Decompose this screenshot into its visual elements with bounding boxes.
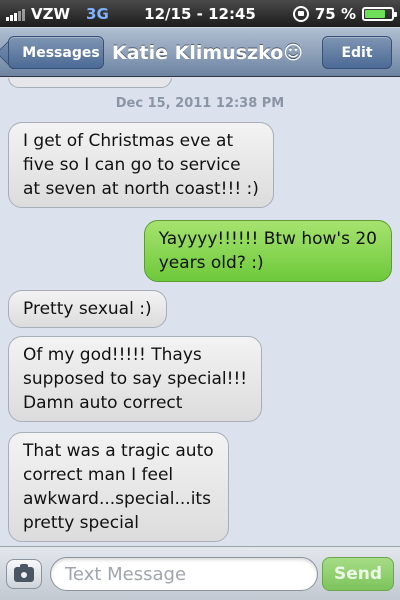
message-line: pretty special	[23, 513, 139, 533]
incoming-message-bubble[interactable]: Pretty sexual :)	[8, 290, 167, 328]
message-line: five so I can go to service	[23, 155, 241, 175]
message-line: correct man I feel	[23, 465, 174, 485]
signal-strength-icon	[6, 7, 25, 21]
carrier-label: VZW	[31, 4, 71, 23]
status-bar: VZW 3G 12/15 - 12:45 75 %	[0, 0, 400, 27]
battery-percent: 75 %	[314, 4, 356, 23]
message-timestamp: Dec 15, 2011 12:38 PM	[115, 96, 285, 111]
incoming-message-bubble[interactable]: That was a tragic auto correct man I fee…	[8, 432, 229, 542]
rotation-lock-icon	[292, 5, 309, 22]
edit-button[interactable]: Edit	[322, 36, 392, 69]
partial-message-bubble	[8, 78, 172, 88]
navigation-bar: Messages Katie Klimuszko☺ Edit	[0, 27, 400, 77]
message-line: awkward...special...its	[23, 489, 211, 509]
message-text-field[interactable]: Text Message	[50, 557, 318, 591]
message-input-bar: Text Message Send	[0, 546, 400, 600]
camera-icon	[14, 563, 34, 582]
message-line: at seven at north coast!!! :)	[23, 179, 259, 199]
send-button[interactable]: Send	[322, 557, 394, 591]
incoming-message-bubble[interactable]: I get of Christmas eve at five so I can …	[8, 122, 274, 208]
contact-name-title: Katie Klimuszko☺	[112, 42, 304, 64]
battery-icon	[362, 6, 397, 21]
network-type-label: 3G	[86, 4, 109, 23]
message-line: Of my god!!!!! Thays	[23, 345, 202, 365]
message-line: Yayyyy!!!!!! Btw how's 20	[158, 229, 377, 249]
incoming-message-bubble[interactable]: Of my god!!!!! Thays supposed to say spe…	[8, 336, 263, 422]
camera-button[interactable]	[6, 559, 42, 589]
message-line: Damn auto correct	[23, 393, 183, 413]
messages-back-button[interactable]: Messages	[8, 36, 104, 69]
message-line: Pretty sexual :)	[23, 299, 152, 319]
message-line: I get of Christmas eve at	[23, 131, 234, 151]
conversation-view[interactable]: Dec 15, 2011 12:38 PM I get of Christmas…	[0, 78, 400, 546]
outgoing-message-bubble[interactable]: Yayyyy!!!!!! Btw how's 20 years old? :)	[143, 220, 392, 282]
message-line: That was a tragic auto	[23, 441, 214, 461]
battery-level-fill	[365, 9, 385, 18]
message-line: supposed to say special!!!	[23, 369, 248, 389]
message-line: years old? :)	[158, 253, 264, 273]
